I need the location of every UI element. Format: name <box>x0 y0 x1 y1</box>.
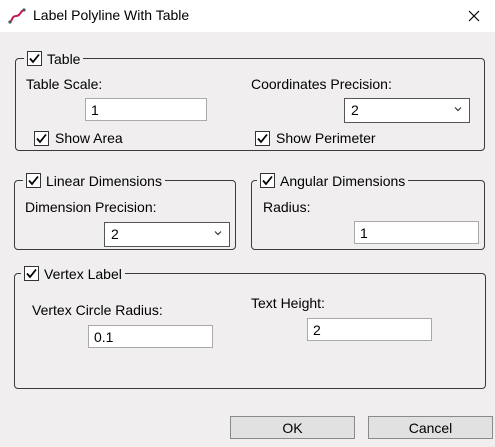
vertex-label-checkbox[interactable] <box>24 266 39 281</box>
checkmark-icon <box>262 175 273 186</box>
angular-dimensions-group: Angular Dimensions Radius: <box>251 171 485 250</box>
show-area-option[interactable]: Show Area <box>34 130 123 146</box>
checkmark-icon <box>26 268 37 279</box>
linear-dimensions-legend: Linear Dimensions <box>23 171 165 190</box>
checkmark-icon <box>28 175 39 186</box>
vertex-label-group: Vertex Label Vertex Circle Radius: Text … <box>14 264 486 389</box>
dimension-precision-value: 2 <box>111 226 119 242</box>
table-checkbox[interactable] <box>27 51 42 66</box>
chevron-down-icon <box>454 107 462 112</box>
close-icon <box>468 10 480 22</box>
checkmark-icon <box>29 53 40 64</box>
show-perimeter-checkbox[interactable] <box>255 130 270 146</box>
vertex-circle-radius-input[interactable] <box>88 325 213 348</box>
coordinates-precision-label: Coordinates Precision: <box>251 76 392 92</box>
polyline-app-icon <box>8 8 26 24</box>
vertex-label-legend: Vertex Label <box>21 264 125 283</box>
dimension-precision-select[interactable]: 2 <box>104 222 230 247</box>
table-group-legend: Table <box>24 49 84 68</box>
coordinates-precision-value: 2 <box>351 102 359 118</box>
angular-dimensions-label: Angular Dimensions <box>280 172 406 189</box>
dimension-precision-label: Dimension Precision: <box>25 199 157 215</box>
ok-button-label: OK <box>282 419 303 436</box>
radius-label: Radius: <box>263 199 311 215</box>
coordinates-precision-select[interactable]: 2 <box>344 98 470 123</box>
linear-dimensions-checkbox[interactable] <box>26 173 41 188</box>
checkmark-icon <box>257 133 268 143</box>
radius-input[interactable] <box>354 221 479 244</box>
table-scale-label: Table Scale: <box>26 76 103 92</box>
show-area-checkbox[interactable] <box>34 130 49 146</box>
show-perimeter-option[interactable]: Show Perimeter <box>255 130 376 146</box>
linear-dimensions-label: Linear Dimensions <box>46 172 162 189</box>
table-scale-input[interactable] <box>85 98 207 121</box>
ok-button[interactable]: OK <box>230 416 355 439</box>
linear-dimensions-group: Linear Dimensions Dimension Precision: 2 <box>14 171 236 250</box>
close-button[interactable] <box>459 2 489 30</box>
show-area-label: Show Area <box>55 130 123 146</box>
checkmark-icon <box>36 133 47 143</box>
text-height-input[interactable] <box>307 318 432 341</box>
angular-dimensions-legend: Angular Dimensions <box>257 171 409 190</box>
chevron-down-icon <box>214 231 222 236</box>
vertex-label-group-label: Vertex Label <box>44 265 122 282</box>
show-perimeter-label: Show Perimeter <box>276 130 376 146</box>
text-height-label: Text Height: <box>251 295 325 311</box>
title-bar: Label Polyline With Table <box>0 0 495 32</box>
window-title: Label Polyline With Table <box>33 7 190 23</box>
angular-dimensions-checkbox[interactable] <box>260 173 275 188</box>
cancel-button-label: Cancel <box>408 419 453 436</box>
table-group-label: Table <box>47 50 81 67</box>
cancel-button[interactable]: Cancel <box>368 416 493 439</box>
vertex-circle-radius-label: Vertex Circle Radius: <box>32 302 163 318</box>
table-group: Table Table Scale: Coordinates Precision… <box>15 49 485 151</box>
